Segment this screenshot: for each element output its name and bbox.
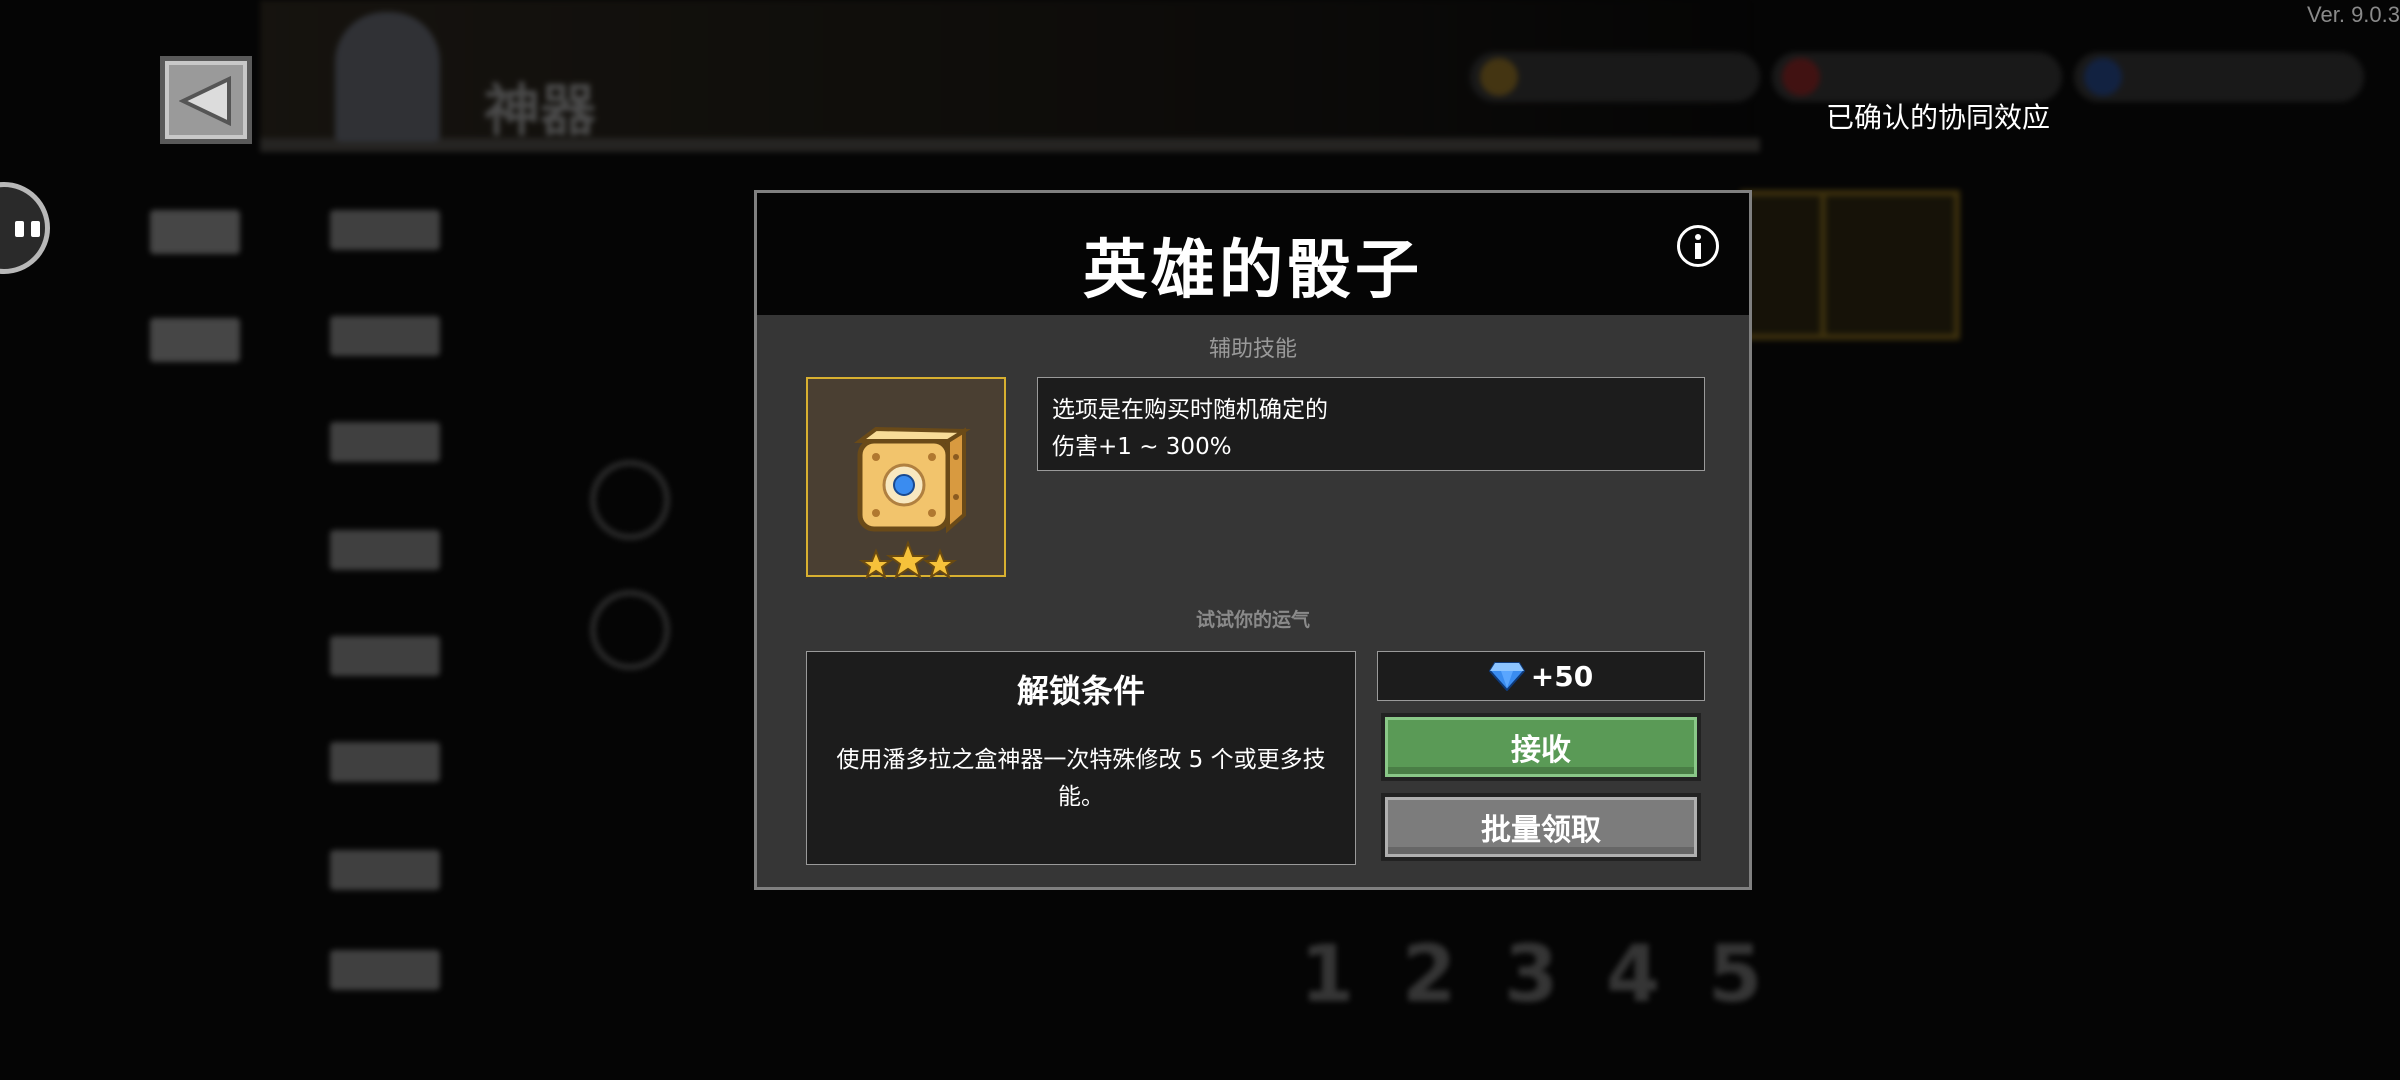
confirmed-synergy-label[interactable]: 已确认的协同效应 [1826, 96, 2050, 136]
bg-resource-ruby [1772, 52, 2062, 102]
bg-page-number: 4 [1606, 930, 1661, 1020]
item-icon-frame [806, 377, 1006, 580]
bg-resource-gem [2074, 52, 2364, 102]
dialog-title: 英雄的骰子 [1083, 234, 1423, 308]
bg-artifact-card [1820, 190, 1960, 340]
bg-resource-gold [1470, 52, 1760, 102]
bg-page-number: 1 [1300, 930, 1355, 1020]
description-line: 伤害+1 ~ 300% [1052, 434, 1232, 460]
bg-page-number: 5 [1708, 930, 1763, 1020]
eye-icon [31, 221, 40, 237]
rarity-stars [859, 540, 957, 580]
artifact-detail-dialog: 英雄的骰子 辅助技能 选项是在购买时随机确定的 伤害+1 ~ 300% 试试你的… [754, 190, 1752, 890]
luck-label: 试试你的运气 [1195, 609, 1310, 631]
back-button[interactable] [160, 56, 252, 144]
info-icon[interactable] [1677, 225, 1719, 267]
bg-page-title: 神器 [484, 79, 596, 144]
item-description-box: 选项是在购买时随机确定的 伤害+1 ~ 300% [1037, 377, 1705, 471]
bg-list-row [330, 636, 440, 676]
bg-list-row [330, 950, 440, 990]
reward-display: +50 [1377, 651, 1705, 701]
bg-list-row [330, 742, 440, 782]
bg-list-row [330, 316, 440, 356]
bg-list-row [330, 850, 440, 890]
bg-hero-portrait [335, 12, 440, 142]
unlock-condition-box: 解锁条件 使用潘多拉之盒神器一次特殊修改 5 个或更多技能。 [806, 651, 1356, 865]
eye-icon [15, 221, 24, 237]
bg-tab [150, 210, 240, 254]
bg-list-row [330, 530, 440, 570]
bg-circle-slot [590, 590, 670, 670]
game-screen: 神器 1 2 3 4 5 Ver. 9.0.3 已确认的协同效应 英雄的骰子 辅… [0, 0, 2400, 1080]
unlock-title: 解锁条件 [1016, 672, 1145, 710]
bg-page-number: 2 [1402, 930, 1457, 1020]
version-label: Ver. 9.0.3 [2307, 2, 2400, 27]
description-line: 选项是在购买时随机确定的 [1052, 397, 1328, 423]
back-arrow-icon [179, 75, 231, 127]
hero-dice-icon [854, 426, 971, 580]
bg-page-number: 3 [1504, 930, 1559, 1020]
reward-amount: +50 [1530, 659, 1594, 693]
receive-button[interactable]: 接收 [1381, 713, 1701, 781]
gem-icon [1488, 662, 1525, 691]
bg-tab [150, 318, 240, 362]
bg-list-row [330, 210, 440, 250]
unlock-description: 使用潘多拉之盒神器一次特殊修改 5 个或更多技能。 [836, 747, 1326, 810]
batch-claim-button[interactable]: 批量领取 [1381, 793, 1701, 861]
bg-list-row [330, 422, 440, 462]
bg-circle-slot [590, 460, 670, 540]
skill-category: 辅助技能 [1208, 337, 1297, 362]
dialog-header: 英雄的骰子 [757, 193, 1749, 315]
